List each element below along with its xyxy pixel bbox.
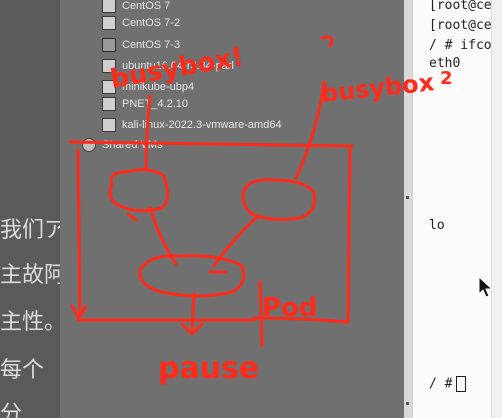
terminal-window[interactable]: [root@ce [root@ce / # ifco eth0 lo / # <box>412 0 502 418</box>
text-cursor <box>456 376 467 392</box>
screen: 我们ア 主故阿 主性。 每个 分 CentOS 7 CentOS 7-2 Cen… <box>0 0 502 418</box>
vm-item-label: kali-linux-2022.3-vmware-amd64 <box>122 119 282 131</box>
vm-item-centos7-2[interactable]: CentOS 7-2 <box>102 14 180 32</box>
document-line-4: 每个 <box>0 358 45 383</box>
terminal-scrollbar[interactable] <box>491 0 502 418</box>
document-line-5: 分 <box>0 402 23 418</box>
vm-icon <box>102 97 116 111</box>
vm-icon <box>102 59 116 73</box>
shared-vms-folder[interactable]: Shared VMs <box>82 136 163 154</box>
vm-item-kali[interactable]: kali-linux-2022.3-vmware-amd64 <box>102 116 282 134</box>
terminal-line: / # ifco <box>429 38 492 53</box>
splitter-handle-dot <box>406 402 409 405</box>
splitter-handle-dot <box>406 196 409 199</box>
vm-item-label: CentOS 7-3 <box>122 39 181 51</box>
vm-item-ubuntu[interactable]: ubuntu16.04-r3.34-parl <box>102 57 234 75</box>
vm-icon <box>102 16 116 30</box>
vm-item-label: CentOS 7-2 <box>122 17 181 29</box>
vm-item-label: minikube-ubp4 <box>122 81 195 93</box>
vm-item-label: ubuntu16.04-r3.34-parl <box>122 60 234 72</box>
terminal-line: eth0 <box>429 56 461 71</box>
terminal-line: lo <box>429 218 445 233</box>
shared-vms-label: Shared VMs <box>102 139 163 151</box>
mouse-pointer-icon <box>478 276 494 298</box>
vm-item-label: CentOS 7 <box>122 0 171 12</box>
terminal-prompt: / # <box>429 376 467 392</box>
vm-item-minikube[interactable]: minikube-ubp4 <box>102 78 194 96</box>
vm-icon <box>102 0 116 13</box>
document-line-3: 主性。 <box>0 310 60 335</box>
shared-vms-icon <box>82 138 96 152</box>
background-document: 我们ア 主故阿 主性。 每个 分 <box>0 0 60 418</box>
vm-running-icon <box>102 38 116 52</box>
vm-item-label: PNET_4.2.10 <box>122 98 189 110</box>
panel-splitter[interactable] <box>404 0 412 418</box>
prompt-text: / # <box>429 376 453 392</box>
vm-icon <box>102 118 116 132</box>
terminal-line: [root@ce <box>429 18 492 33</box>
vm-icon <box>102 80 116 94</box>
vm-item-pnet[interactable]: PNET_4.2.10 <box>102 95 188 113</box>
vm-item-centos7[interactable]: CentOS 7 <box>102 0 170 15</box>
vm-item-centos7-3[interactable]: CentOS 7-3 <box>102 36 180 54</box>
document-line-2: 主故阿 <box>0 263 60 288</box>
vm-library-panel: CentOS 7 CentOS 7-2 CentOS 7-3 ubuntu16.… <box>60 0 408 418</box>
terminal-line: [root@ce <box>429 0 492 13</box>
document-line-1: 我们ア <box>0 218 60 243</box>
